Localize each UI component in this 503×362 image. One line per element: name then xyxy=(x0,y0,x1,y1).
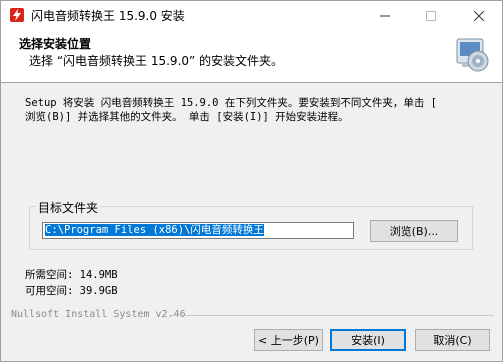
install-description: Setup 将安装 闪电音频转换王 15.9.0 在下列文件夹。要安装到不同文件… xyxy=(25,96,490,124)
page-subtitle: 选择 “闪电音频转换王 15.9.0” 的安装文件夹。 xyxy=(29,54,284,68)
minimize-button[interactable] xyxy=(362,1,408,30)
space-available: 可用空间: 39.9GB xyxy=(25,285,118,297)
destination-path-input[interactable]: C:\Program Files (x86)\闪电音频转换王 xyxy=(42,222,354,239)
page-header: 选择安装位置 选择 “闪电音频转换王 15.9.0” 的安装文件夹。 xyxy=(1,30,502,83)
title-bar[interactable]: 闪电音频转换王 15.9.0 安装 xyxy=(1,1,502,30)
browse-button[interactable]: 浏览(B)... xyxy=(370,220,458,242)
space-required: 所需空间: 14.9MB xyxy=(25,269,118,281)
installer-cd-icon xyxy=(456,38,489,72)
page-title: 选择安装位置 xyxy=(19,37,92,51)
description-line-2: 浏览(B)] 并选择其他的文件夹。 单击 [安装(I)] 开始安装进程。 xyxy=(25,111,349,123)
maximize-icon xyxy=(426,10,436,21)
destination-path-text: C:\Program Files (x86)\闪电音频转换王 xyxy=(45,224,264,236)
install-button[interactable]: 安装(I) xyxy=(330,329,406,351)
maximize-button xyxy=(408,1,454,30)
destination-group-label: 目标文件夹 xyxy=(36,199,101,216)
nsis-branding: Nullsoft Install System v2.46 xyxy=(11,309,186,320)
installer-window: 闪电音频转换王 15.9.0 安装 选择安装位置 选择 “闪电音频转换王 15.… xyxy=(0,0,503,362)
cancel-button[interactable]: 取消(C) xyxy=(415,329,490,351)
footer-divider xyxy=(169,315,494,316)
close-button[interactable] xyxy=(456,1,502,30)
close-icon xyxy=(474,10,484,21)
description-line-1: Setup 将安装 闪电音频转换王 15.9.0 在下列文件夹。要安装到不同文件… xyxy=(25,97,437,109)
lightning-app-icon xyxy=(10,8,24,22)
back-button[interactable]: < 上一步(P) xyxy=(254,329,323,351)
window-title: 闪电音频转换王 15.9.0 安装 xyxy=(31,9,185,23)
minimize-icon xyxy=(380,15,390,16)
